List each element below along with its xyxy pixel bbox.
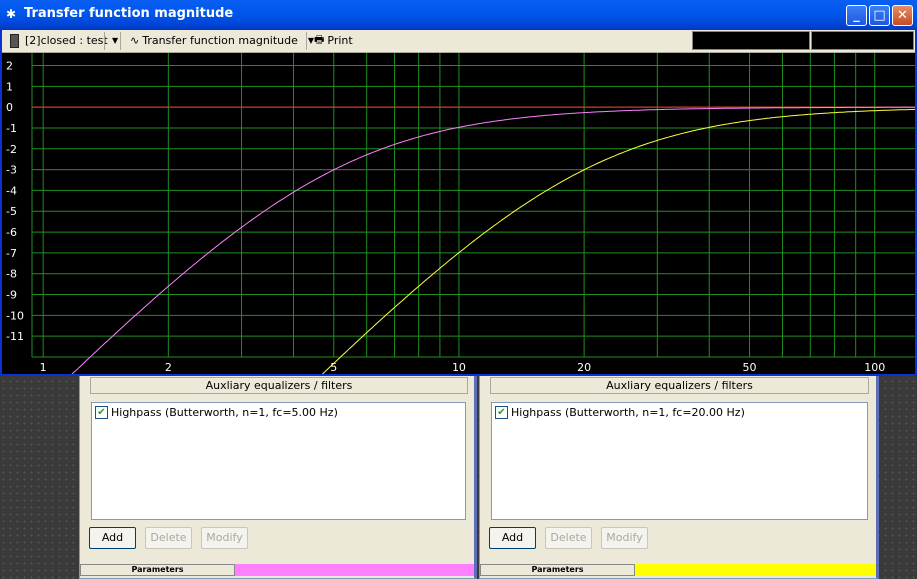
filter-list[interactable]: ✔ Highpass (Butterworth, n=1, fc=5.00 Hz…	[91, 402, 466, 520]
minimize-button[interactable]: _	[846, 5, 867, 26]
view-label: Transfer function magnitude	[142, 34, 298, 47]
print-label: Print	[327, 34, 353, 47]
y-tick-label: 1	[6, 80, 13, 93]
source-dropdown-arrow[interactable]: ▼	[106, 31, 118, 50]
y-tick-label: -7	[6, 247, 17, 260]
x-tick-label: 20	[577, 361, 591, 374]
panel-left: Auxliary equalizers / filters ✔ Highpass…	[79, 372, 477, 579]
parameters-label[interactable]: Parameters	[80, 564, 235, 576]
y-tick-label: -3	[6, 164, 17, 177]
parameters-bar: Parameters	[80, 564, 474, 576]
series-color-swatch	[235, 564, 474, 576]
printer-icon: 🖶	[314, 33, 325, 46]
y-tick-label: -2	[6, 143, 17, 156]
modify-button[interactable]: Modify	[201, 527, 248, 549]
y-tick-label: -4	[6, 184, 17, 197]
print-button[interactable]: 🖶 Print	[314, 31, 353, 50]
y-tick-label: -10	[6, 309, 24, 322]
aux-section-header: Auxliary equalizers / filters	[490, 377, 869, 394]
x-tick-label: 1	[40, 361, 47, 374]
aux-section-header: Auxliary equalizers / filters	[90, 377, 468, 394]
waveform-icon: ∿	[130, 34, 140, 47]
list-item[interactable]: ✔ Highpass (Butterworth, n=1, fc=20.00 H…	[495, 406, 745, 419]
y-tick-label: -5	[6, 205, 17, 218]
source-label: [2]closed : test	[25, 34, 108, 47]
close-button[interactable]: ✕	[892, 5, 913, 26]
app-icon: ✱	[6, 7, 17, 21]
parameters-label[interactable]: Parameters	[480, 564, 635, 576]
window-title: Transfer function magnitude	[24, 6, 234, 21]
series-line-fc5	[71, 106, 915, 374]
toolbar-separator	[104, 32, 105, 50]
y-tick-label: -8	[6, 268, 17, 281]
parameters-bar: Parameters	[480, 564, 876, 576]
y-tick-label: 0	[6, 101, 13, 114]
y-tick-label: -6	[6, 226, 17, 239]
delete-button[interactable]: Delete	[545, 527, 592, 549]
status-box-2	[811, 31, 914, 50]
toolbar: [2]closed : test ▼ ∿ Transfer function m…	[2, 30, 915, 53]
chevron-down-icon: ▼	[112, 36, 119, 45]
checkbox[interactable]: ✔	[495, 406, 508, 419]
delete-button[interactable]: Delete	[145, 527, 192, 549]
add-button[interactable]: Add	[489, 527, 536, 549]
toolbar-separator	[306, 32, 307, 50]
y-tick-label: 2	[6, 59, 13, 72]
source-dropdown[interactable]: [2]closed : test	[10, 31, 108, 50]
y-tick-label: -9	[6, 289, 17, 302]
toolbar-separator	[120, 32, 121, 50]
modify-button[interactable]: Modify	[601, 527, 648, 549]
status-box-1	[692, 31, 810, 50]
maximize-button[interactable]: □	[869, 5, 890, 26]
y-tick-label: -11	[6, 330, 24, 343]
panel-right: Auxliary equalizers / filters ✔ Highpass…	[479, 372, 879, 579]
title-bar[interactable]: ✱ Transfer function magnitude _ □ ✕	[0, 0, 917, 30]
magnitude-plot[interactable]: 1 2 5 10 20 50 100 210-1-2-3-4-5-6-7-8-9-10-11	[2, 53, 915, 374]
y-tick-label: -1	[6, 122, 17, 135]
list-item[interactable]: ✔ Highpass (Butterworth, n=1, fc=5.00 Hz…	[95, 406, 338, 419]
view-dropdown[interactable]: ∿ Transfer function magnitude ▼	[130, 31, 314, 50]
x-tick-label: 2	[165, 361, 172, 374]
x-tick-label: 100	[864, 361, 885, 374]
document-icon	[10, 33, 19, 48]
transfer-function-window: ✱ Transfer function magnitude _ □ ✕ [2]c…	[0, 0, 917, 376]
filter-label: Highpass (Butterworth, n=1, fc=20.00 Hz)	[511, 406, 745, 419]
checkbox[interactable]: ✔	[95, 406, 108, 419]
x-tick-label: 50	[743, 361, 757, 374]
x-tick-label: 5	[330, 361, 337, 374]
filter-label: Highpass (Butterworth, n=1, fc=5.00 Hz)	[111, 406, 338, 419]
add-button[interactable]: Add	[89, 527, 136, 549]
filter-list[interactable]: ✔ Highpass (Butterworth, n=1, fc=20.00 H…	[491, 402, 868, 520]
series-color-swatch	[635, 564, 876, 576]
x-tick-label: 10	[452, 361, 466, 374]
